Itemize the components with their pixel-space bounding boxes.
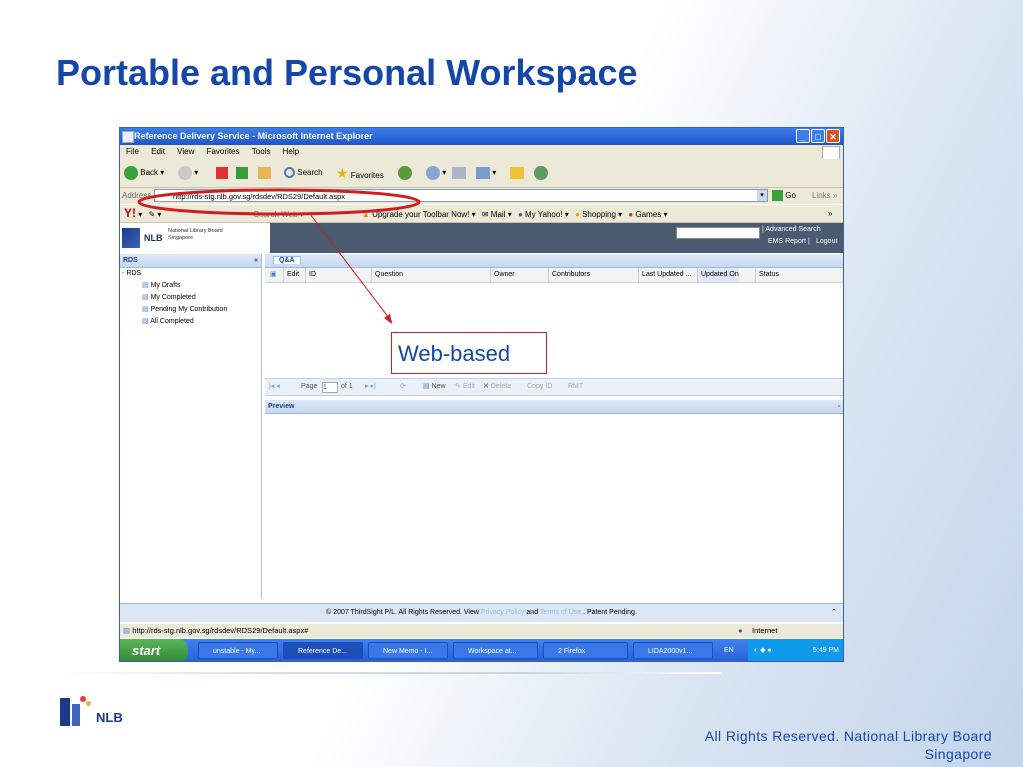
logo-dot-icon (86, 701, 91, 706)
annotation-overlay (137, 188, 421, 324)
rights-notice: All Rights Reserved. National Library Bo… (600, 727, 992, 763)
highlight-ellipse (137, 188, 421, 216)
logo-dot-icon (80, 696, 86, 702)
callout-arrow (309, 213, 393, 323)
callout-box: Web-based (391, 332, 547, 374)
callout-arrowhead (384, 314, 392, 324)
logo-bar-icon (72, 704, 80, 726)
slide-divider (62, 672, 722, 674)
rights-line-2: Singapore (924, 746, 992, 762)
rights-line-1: All Rights Reserved. National Library Bo… (704, 728, 992, 744)
logo-bar-icon (60, 698, 70, 726)
logo-text: NLB (96, 710, 123, 725)
